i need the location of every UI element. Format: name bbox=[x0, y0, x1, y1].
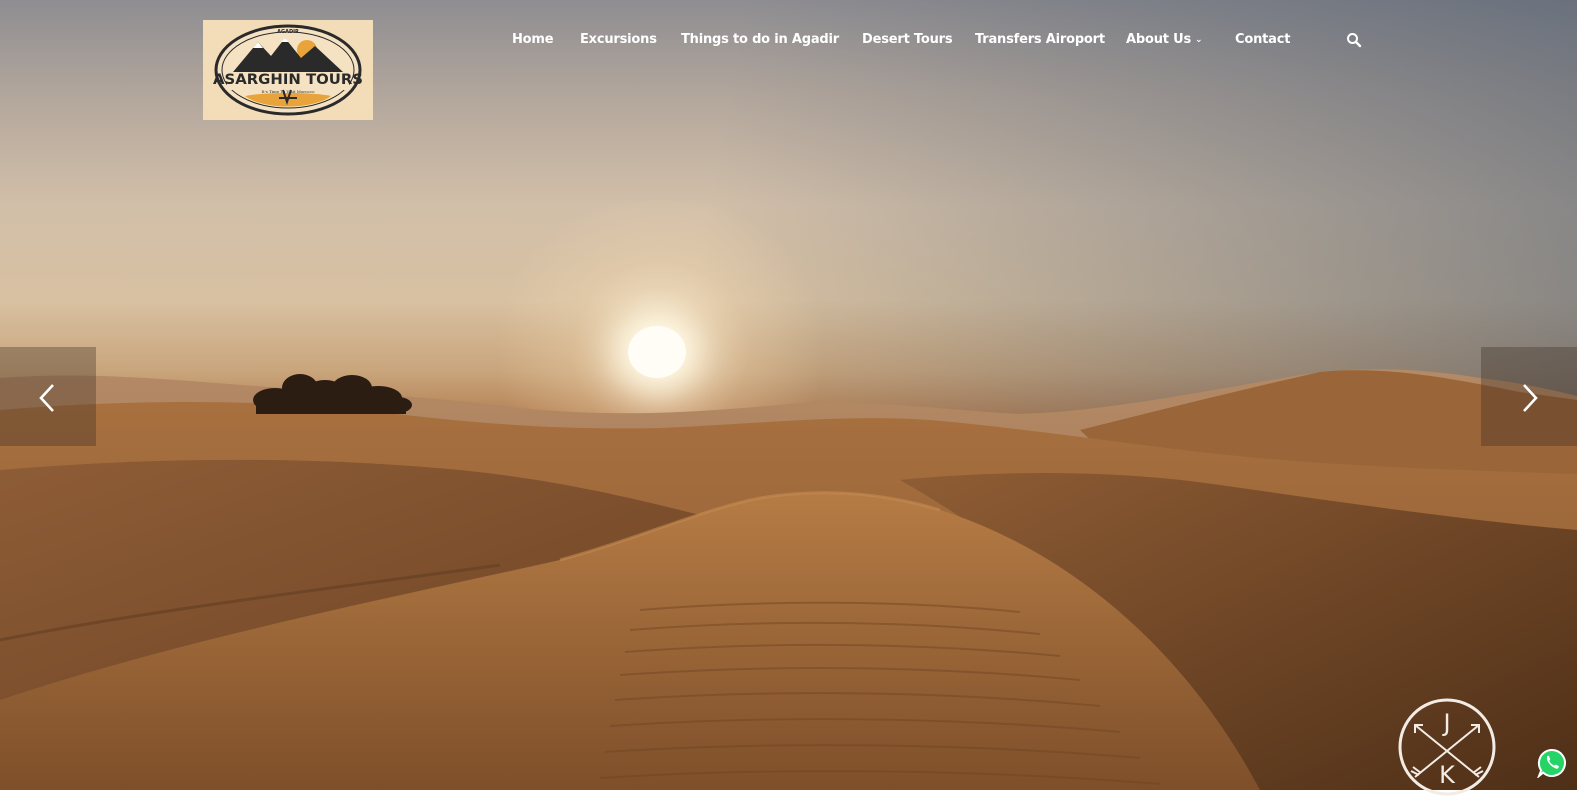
nav-label: About Us bbox=[1126, 32, 1191, 47]
nav-item-home[interactable]: Home bbox=[512, 30, 554, 50]
whatsapp-icon[interactable] bbox=[1537, 748, 1567, 778]
nav-label: Transfers Airoport bbox=[975, 32, 1105, 47]
chevron-right-icon bbox=[1523, 384, 1538, 412]
jk-watermark-logo: J K bbox=[1398, 698, 1496, 796]
bushes bbox=[253, 374, 412, 414]
nav-label: Excursions bbox=[580, 32, 657, 47]
chevron-left-icon bbox=[39, 384, 54, 412]
nav-label: Home bbox=[512, 32, 554, 47]
nav-item-things-to-do[interactable]: Things to do in Agadir bbox=[681, 30, 839, 50]
jk-letter-bottom: K bbox=[1439, 761, 1456, 789]
search-icon[interactable] bbox=[1346, 32, 1362, 48]
nav-item-about-us[interactable]: About Us ⌄ bbox=[1126, 30, 1203, 50]
nav-label: Things to do in Agadir bbox=[681, 32, 839, 47]
slider-next-button[interactable] bbox=[1481, 347, 1577, 446]
site-header: AGADIR ASARGHIN TOURS It's Time To Visit… bbox=[0, 0, 1577, 130]
logo-top-text: AGADIR bbox=[277, 29, 299, 35]
nav-item-transfers[interactable]: Transfers Airoport bbox=[975, 30, 1105, 50]
jk-letter-top: J bbox=[1441, 709, 1450, 737]
slider-prev-button[interactable] bbox=[0, 347, 96, 446]
logo-tagline: It's Time To Visit Morocco bbox=[261, 89, 315, 94]
nav-item-excursions[interactable]: Excursions bbox=[580, 30, 657, 50]
nav-label: Contact bbox=[1235, 32, 1291, 47]
nav-label: Desert Tours bbox=[862, 32, 953, 47]
logo-brand-name: ASARGHIN TOURS bbox=[213, 72, 363, 88]
chevron-down-icon: ⌄ bbox=[1195, 35, 1203, 45]
nav-item-desert-tours[interactable]: Desert Tours bbox=[862, 30, 953, 50]
logo-emblem: AGADIR ASARGHIN TOURS It's Time To Visit… bbox=[213, 24, 363, 116]
site-logo[interactable]: AGADIR ASARGHIN TOURS It's Time To Visit… bbox=[203, 20, 373, 120]
nav-item-contact[interactable]: Contact bbox=[1235, 30, 1290, 50]
